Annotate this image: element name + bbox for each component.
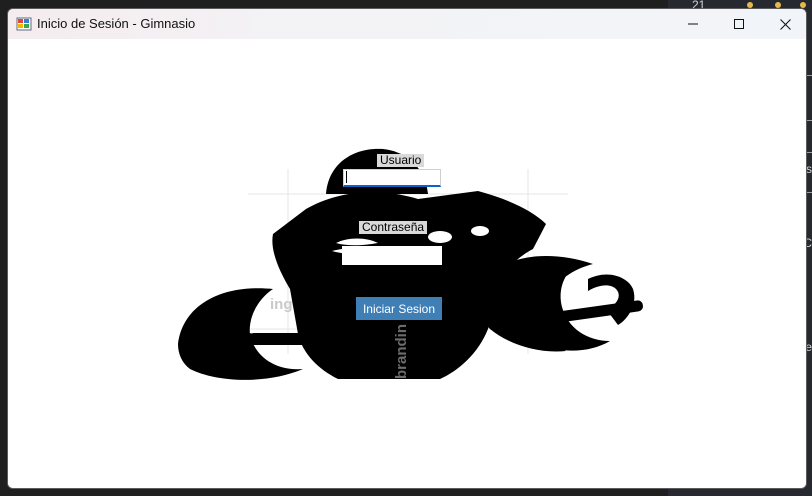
close-icon [779, 18, 791, 30]
text-cursor [346, 171, 347, 183]
window-title: Inicio de Sesión - Gimnasio [37, 16, 196, 31]
minimize-button[interactable] [670, 9, 716, 39]
contrasena-input[interactable] [342, 246, 442, 265]
minimize-icon [688, 23, 698, 25]
maximize-button[interactable] [716, 9, 762, 39]
usuario-label: Usuario [377, 154, 425, 167]
iniciar-sesion-button[interactable]: Iniciar Sesion [356, 297, 442, 320]
svg-text:brandin: brandin [393, 324, 410, 379]
login-form-area: ing brandin Usuario Contraseña Iniciar S… [8, 39, 806, 488]
contrasena-label: Contraseña [359, 221, 428, 234]
app-icon [16, 17, 32, 31]
maximize-icon [734, 19, 744, 29]
usuario-input[interactable] [343, 169, 441, 187]
title-bar[interactable]: Inicio de Sesión - Gimnasio [8, 9, 806, 39]
svg-text:ing: ing [270, 296, 293, 313]
login-window: Inicio de Sesión - Gimnasio ing brandin … [7, 8, 807, 489]
close-button[interactable] [762, 9, 806, 39]
